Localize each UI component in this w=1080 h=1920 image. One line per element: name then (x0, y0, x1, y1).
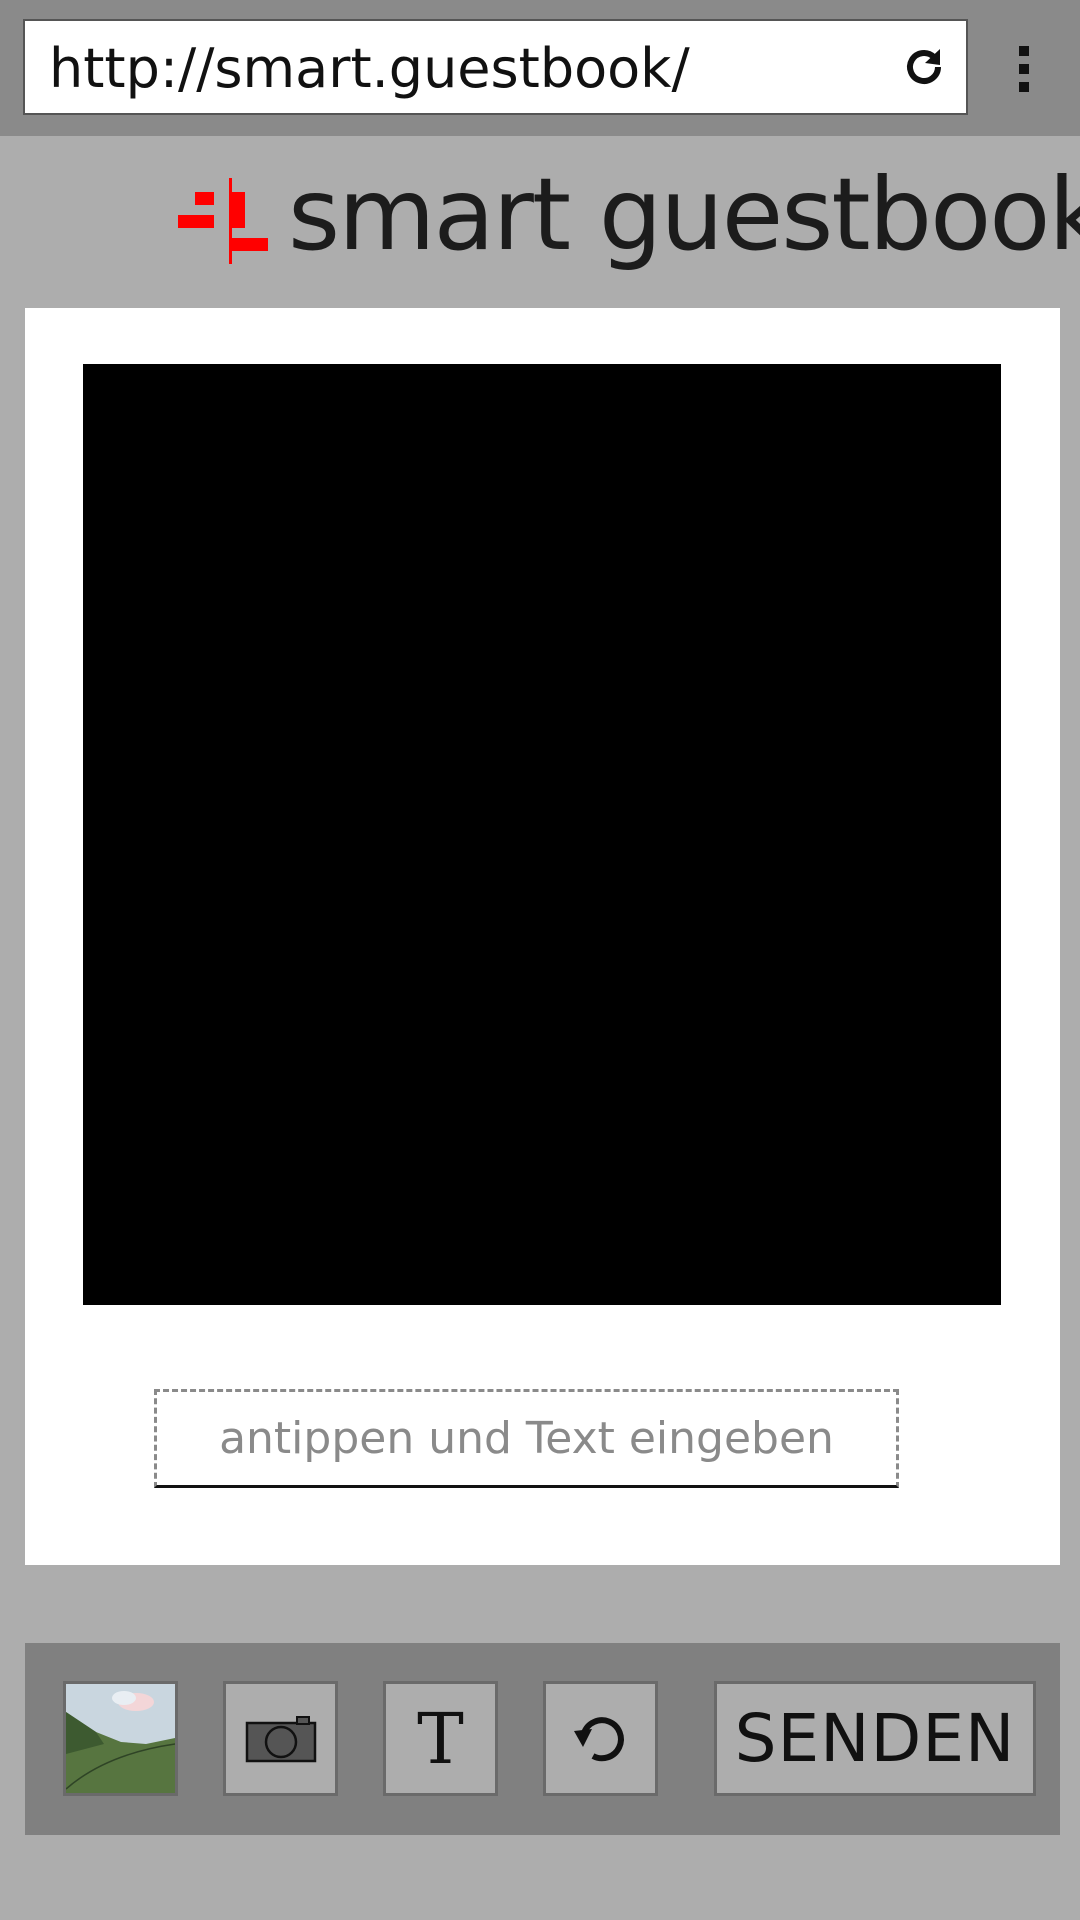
gallery-image-icon (66, 1684, 175, 1793)
app-header: smart guestbook (0, 160, 1080, 280)
bottom-toolbar: T SENDEN (25, 1643, 1060, 1835)
logo-icon (178, 178, 268, 264)
undo-icon (573, 1716, 624, 1761)
text-tool-button[interactable]: T (383, 1681, 498, 1796)
photo-canvas[interactable] (83, 364, 1001, 1305)
gallery-button[interactable] (63, 1681, 178, 1796)
browser-toolbar: http://smart.guestbook/ (0, 0, 1080, 136)
message-text-input[interactable]: antippen und Text eingeben (154, 1389, 899, 1488)
text-input-placeholder: antippen und Text eingeben (219, 1413, 834, 1464)
send-button[interactable]: SENDEN (714, 1681, 1036, 1796)
undo-button[interactable] (543, 1681, 658, 1796)
logo-wordmark: smart guestbook (288, 156, 1080, 273)
address-bar[interactable]: http://smart.guestbook/ (23, 19, 968, 115)
url-text[interactable]: http://smart.guestbook/ (49, 39, 690, 99)
overflow-menu-icon[interactable] (1010, 46, 1038, 92)
camera-button[interactable] (223, 1681, 338, 1796)
reload-icon[interactable] (900, 43, 948, 91)
camera-icon (245, 1715, 316, 1762)
guestbook-card: antippen und Text eingeben (25, 308, 1060, 1565)
text-tool-icon: T (417, 1697, 464, 1780)
